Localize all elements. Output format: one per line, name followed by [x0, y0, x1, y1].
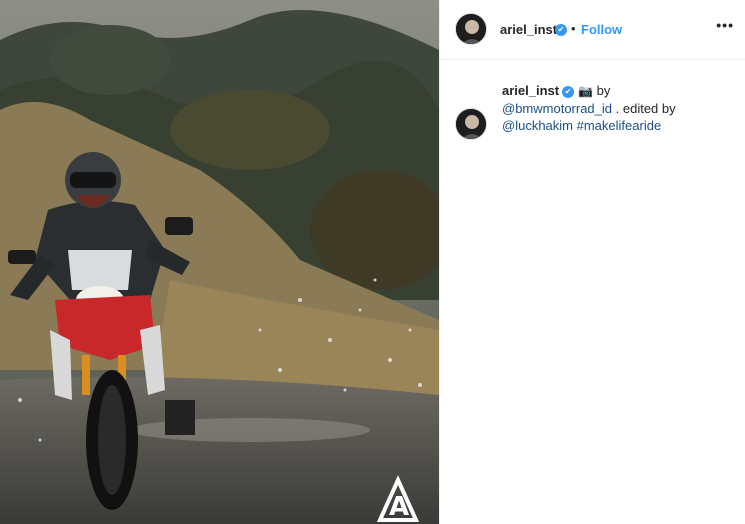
verified-badge-icon: ✔ [555, 24, 567, 36]
motorcycle-photo [0, 0, 439, 524]
post-photo[interactable]: A [0, 0, 439, 524]
author-username[interactable]: ariel_inst [500, 22, 557, 37]
author-avatar[interactable] [455, 13, 487, 45]
caption-text: ariel_inst ✔ 📷 by @bmwmotorrad_id . edited… [502, 82, 732, 134]
verified-badge-icon: ✔ [562, 85, 575, 98]
camera-icon: 📷 [578, 84, 594, 98]
caption-author-avatar[interactable] [455, 108, 487, 140]
watermark-logo: A [389, 492, 410, 522]
caption-username[interactable]: ariel_inst [502, 83, 559, 98]
separator-dot: • [571, 21, 576, 36]
hashtag-link[interactable]: #makelifearide [577, 118, 662, 133]
caption-by-text: by [596, 83, 611, 98]
post-side-panel: ariel_inst ✔ • Follow ••• ariel_inst ✔ 📷 b… [439, 0, 745, 524]
follow-button[interactable]: Follow [581, 22, 622, 37]
mention-link[interactable]: @bmwmotorrad_id [502, 101, 612, 116]
post-header: ariel_inst ✔ • Follow ••• [440, 0, 745, 60]
mention-link[interactable]: @luckhakim [502, 118, 573, 133]
more-options-icon[interactable]: ••• [716, 17, 734, 33]
caption-mid-text: . edited by [615, 101, 676, 116]
